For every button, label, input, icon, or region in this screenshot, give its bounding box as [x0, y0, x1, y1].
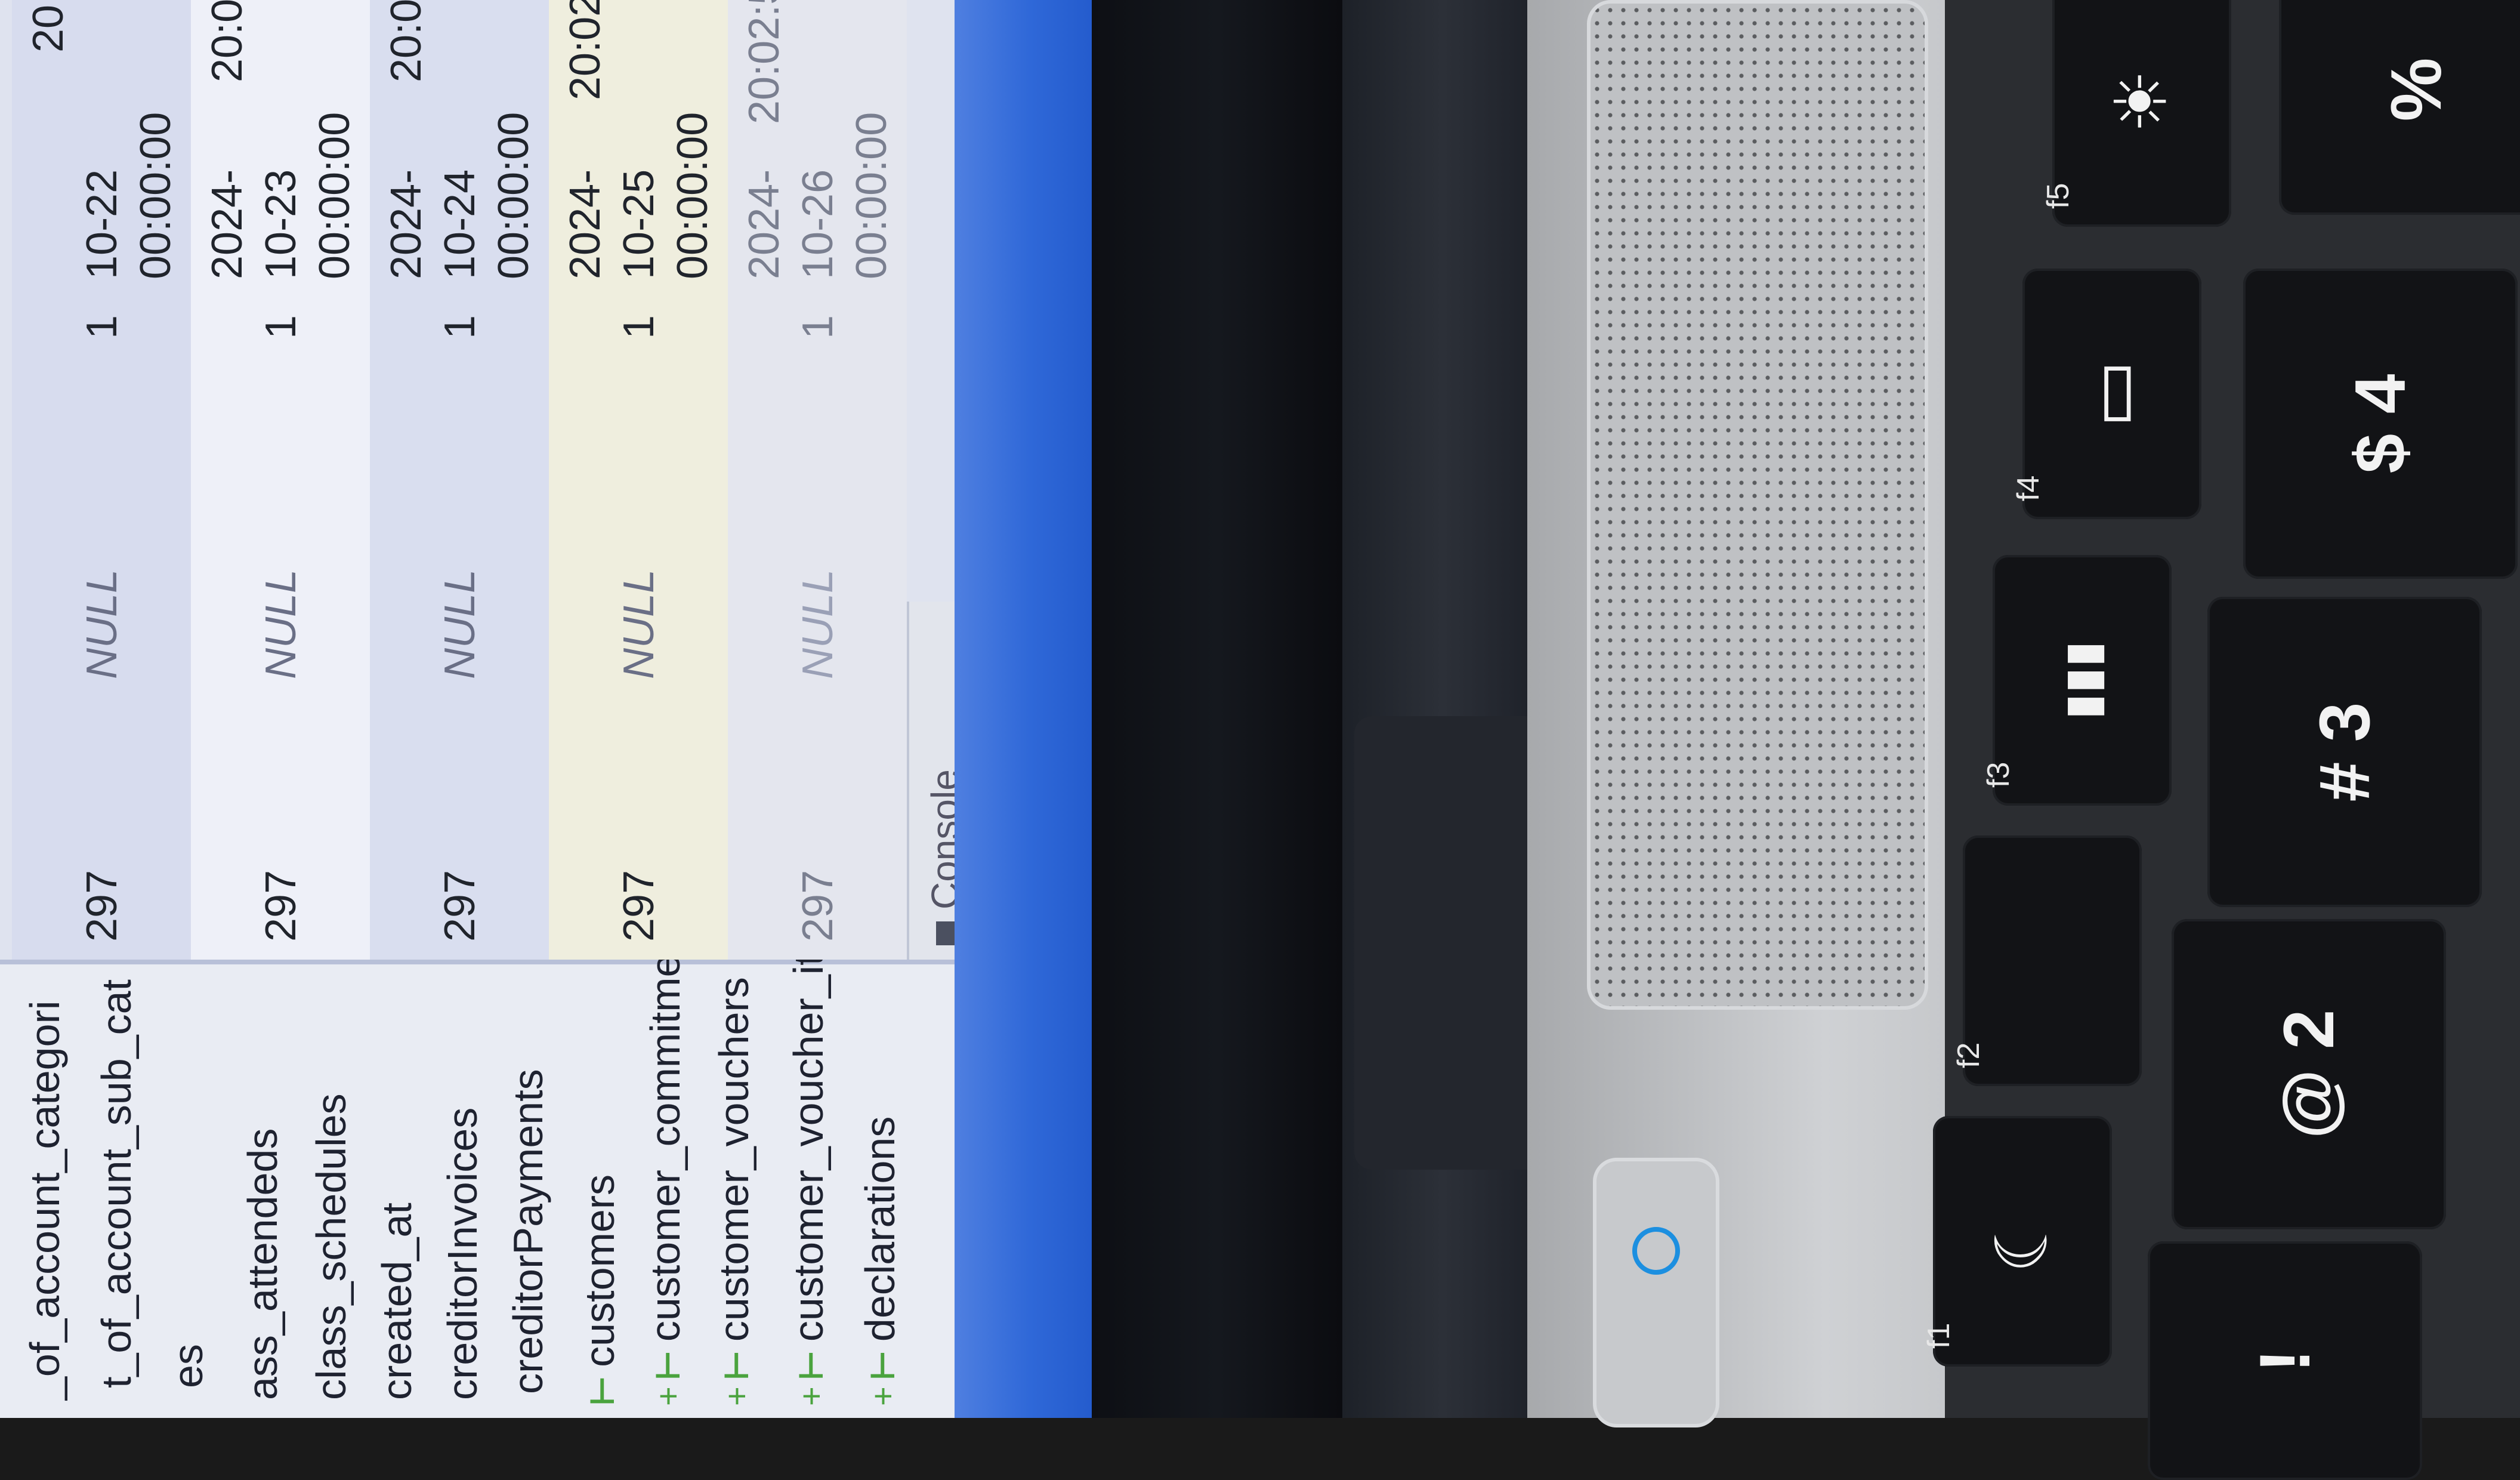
cell-date-md[interactable]: 10-23: [257, 169, 305, 279]
cell-timestamp[interactable]: 20:0: [382, 0, 431, 82]
cell-date-md[interactable]: 10-24: [436, 169, 484, 279]
cell-null[interactable]: NULL: [78, 569, 126, 679]
cell-id[interactable]: 297: [614, 870, 663, 942]
f5-key[interactable]: ☀ f5: [2041, 0, 2231, 227]
cell-date-md[interactable]: 10-25: [614, 169, 663, 279]
brightness-icon: ☀: [2101, 69, 2182, 134]
cell-date-md[interactable]: 10-22: [78, 169, 126, 279]
screen-bezel: [1092, 0, 1342, 1418]
cell-flag[interactable]: 1: [257, 315, 305, 339]
expand-icon[interactable]: +: [792, 1386, 830, 1406]
tree-item-label: creditorInvoices: [439, 1107, 486, 1400]
cell-date-year[interactable]: 2024-: [740, 169, 789, 279]
cell-id[interactable]: 297: [257, 870, 305, 942]
tree-item[interactable]: creditorPayments: [495, 1069, 561, 1400]
cell-flag[interactable]: 1: [614, 315, 663, 339]
cell-date-time[interactable]: 00:00:00: [131, 112, 180, 279]
cell-flag[interactable]: 1: [793, 315, 842, 339]
tree-item[interactable]: ⊢ customers: [567, 1174, 632, 1406]
table-icon: ⊢: [649, 1350, 687, 1381]
power-button[interactable]: [1593, 1158, 1719, 1427]
key-4[interactable]: $ 4: [2243, 269, 2518, 579]
cell-id[interactable]: 297: [793, 870, 842, 942]
tree-item[interactable]: class_schedules: [298, 1093, 364, 1406]
cell-date-year[interactable]: 2024-: [203, 169, 252, 279]
tree-item-label: customers: [576, 1174, 623, 1367]
key-1[interactable]: !: [2148, 1241, 2422, 1480]
table-row[interactable]: 297 NULL 1 2024- 10-25 00:00:00 20:02: [549, 0, 728, 960]
f3-key[interactable]: ▮▮▮ f3: [1981, 555, 2172, 806]
table-row[interactable]: 297 NULL 1 2024- 10-23 00:00:00 20:0: [191, 0, 370, 960]
f1-key[interactable]: ☾ f1: [1922, 1116, 2112, 1367]
cell-flag[interactable]: 1: [436, 315, 484, 339]
table-icon: ⊢: [583, 1375, 621, 1406]
expand-icon[interactable]: +: [864, 1386, 901, 1406]
tree-item[interactable]: + ⊢ customer_vouchers: [701, 977, 767, 1406]
cell-flag[interactable]: 1: [78, 315, 126, 339]
cell-timestamp[interactable]: 20: [24, 5, 73, 53]
tree-item-label: es: [165, 1344, 211, 1388]
cell-date-time[interactable]: 00:00:00: [489, 112, 538, 279]
f2-key[interactable]: f2: [1951, 835, 2142, 1086]
expand-icon[interactable]: +: [718, 1386, 755, 1406]
keyboard-backlight-icon: ▮▮▮: [2055, 640, 2109, 720]
cell-date-year[interactable]: 2024-: [382, 169, 431, 279]
display-icon: ▭: [2071, 360, 2152, 428]
tree-item[interactable]: + ⊢ declarations: [847, 1117, 913, 1406]
cell-date-time[interactable]: 00:00:00: [668, 112, 717, 279]
hinge-cover: [1354, 716, 1551, 1170]
table-icon: ⊢: [864, 1350, 901, 1381]
keyboard: ☾ f1 f2 ▮▮▮ f3 ▭ f4 ☀ f5 @ 2 # 3 $ 4 % !: [1922, 0, 2520, 1480]
cell-id[interactable]: 297: [78, 870, 126, 942]
tree-item[interactable]: created_at: [364, 1202, 430, 1406]
table-row[interactable]: 297 NULL 1 10-22 00:00:00 20: [12, 0, 191, 960]
cell-null[interactable]: NULL: [793, 569, 842, 679]
cell-date-md[interactable]: 10-26: [793, 169, 842, 279]
cell-timestamp[interactable]: 20:0: [203, 0, 252, 82]
key-5[interactable]: %: [2279, 0, 2520, 215]
tree-item-label: creditorPayments: [505, 1069, 551, 1394]
moon-icon: ☾: [1982, 1209, 2062, 1274]
tree-item-label: t_of_account_sub_cat: [93, 979, 140, 1388]
results-grid: 297 NULL 1 10-22 00:00:00 20 297 NULL 1 …: [0, 0, 919, 960]
tree-item[interactable]: _of_account_categori: [12, 1001, 78, 1406]
cell-null[interactable]: NULL: [436, 569, 484, 679]
tree-item[interactable]: es: [155, 1344, 221, 1394]
tree-item-label: ass_attendeds: [239, 1128, 286, 1400]
cell-id[interactable]: 297: [436, 870, 484, 942]
table-icon: ⊢: [718, 1350, 755, 1381]
tree-item-label: customer_vouchers: [711, 977, 757, 1342]
laptop-screen: _of_account_categori t_of_account_sub_ca…: [0, 0, 990, 1418]
cell-timestamp[interactable]: 20:02:5: [740, 0, 789, 124]
cell-date-year[interactable]: 2024-: [561, 169, 610, 279]
tree-item[interactable]: t_of_account_sub_cat: [84, 979, 149, 1394]
tree-item[interactable]: ass_attendeds: [230, 1128, 295, 1406]
screen-content: _of_account_categori t_of_account_sub_ca…: [0, 0, 990, 1418]
cell-null[interactable]: NULL: [257, 569, 305, 679]
cell-date-time[interactable]: 00:00:00: [310, 112, 359, 279]
cell-null[interactable]: NULL: [614, 569, 663, 679]
table-icon: ⊢: [792, 1350, 830, 1381]
f4-key[interactable]: ▭ f4: [2011, 269, 2201, 519]
tree-item[interactable]: creditorInvoices: [430, 1108, 495, 1406]
database-tree: _of_account_categori t_of_account_sub_ca…: [0, 838, 990, 1418]
expand-icon[interactable]: +: [649, 1386, 687, 1406]
tree-item-label: declarations: [857, 1116, 903, 1342]
tree-item-label: _of_account_categori: [21, 1000, 68, 1400]
key-3[interactable]: # 3: [2207, 597, 2482, 907]
key-2[interactable]: @ 2: [2172, 919, 2446, 1229]
cell-date-time[interactable]: 00:00:00: [847, 112, 896, 279]
power-icon: [1632, 1227, 1680, 1275]
cell-timestamp[interactable]: 20:02: [561, 0, 610, 100]
table-row[interactable]: 297 NULL 1 2024- 10-24 00:00:00 20:0: [370, 0, 549, 960]
tree-item-label: class_schedules: [308, 1093, 354, 1400]
table-row[interactable]: 297 NULL 1 2024- 10-26 00:00:00 20:02:5: [728, 0, 907, 960]
tree-item-label: created_at: [373, 1202, 420, 1400]
speaker-grille: [1587, 0, 1928, 1010]
